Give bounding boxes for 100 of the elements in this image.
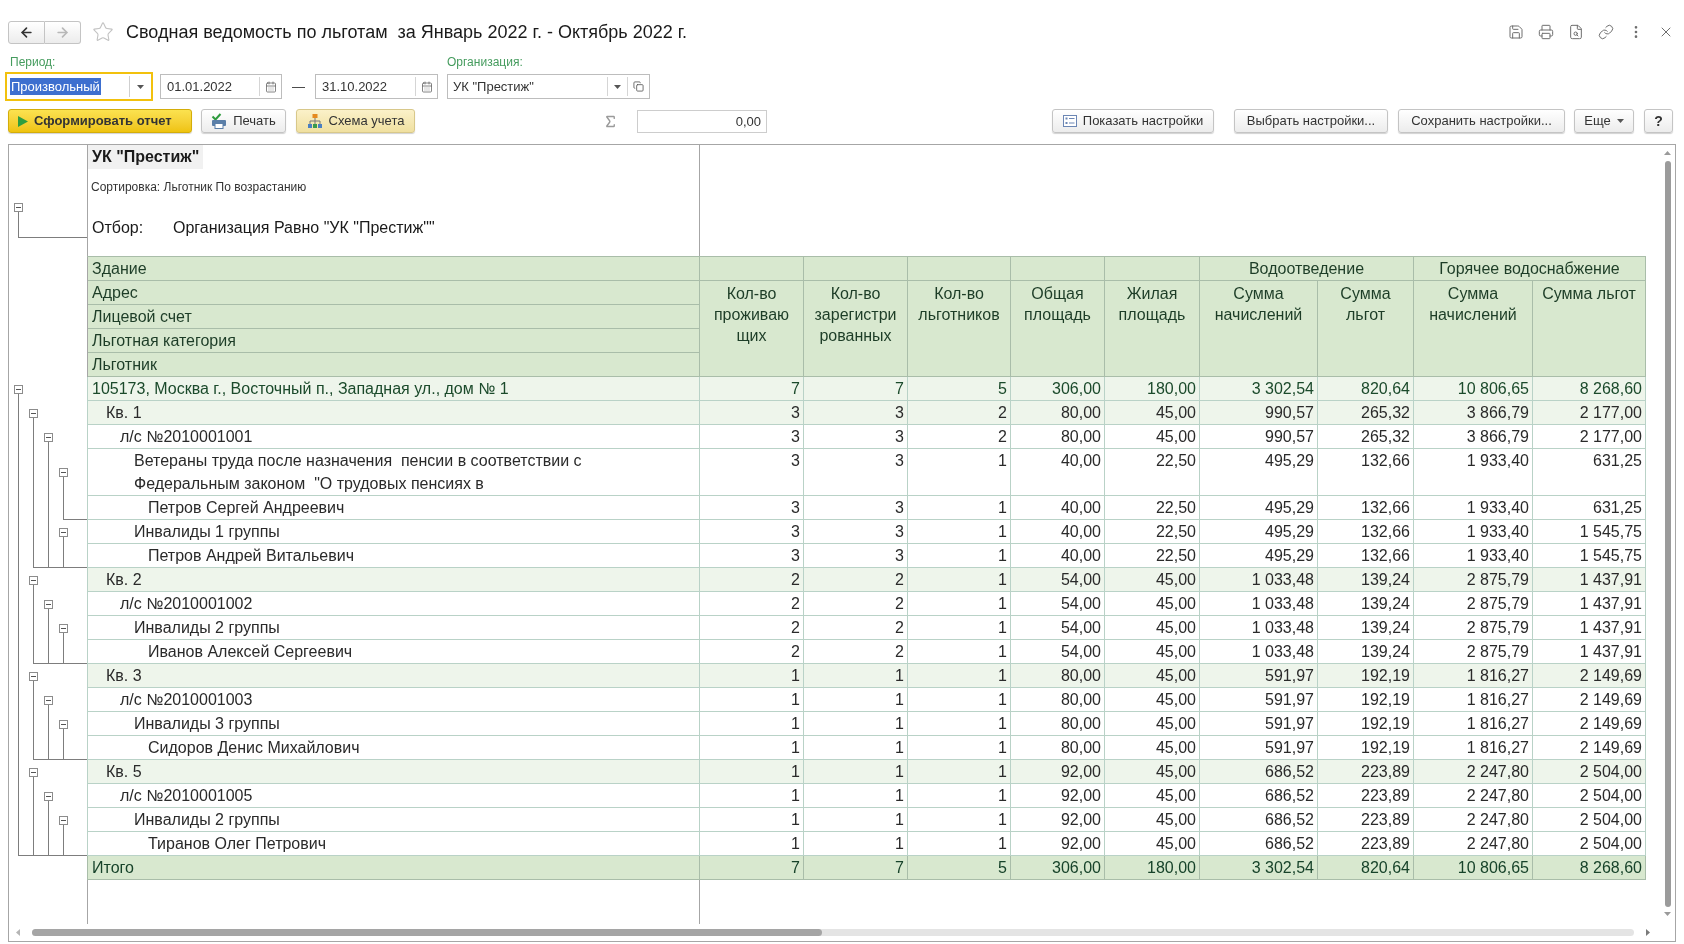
- table-cell: 1: [907, 496, 1010, 520]
- table-cell: 3: [699, 449, 803, 496]
- table-cell: 3: [699, 425, 803, 449]
- table-cell: 1 816,27: [1413, 664, 1532, 688]
- accounting-scheme-button[interactable]: Схема учета: [296, 109, 415, 133]
- back-button[interactable]: [8, 20, 45, 44]
- link-icon[interactable]: [1598, 24, 1614, 40]
- caret-icon[interactable]: [1616, 119, 1624, 123]
- table-cell: 1 816,27: [1413, 712, 1532, 736]
- table-cell: 1: [907, 712, 1010, 736]
- table-cell: 3 866,79: [1413, 401, 1532, 425]
- table-cell: 2: [803, 568, 907, 592]
- table-cell: 3 866,79: [1413, 425, 1532, 449]
- row-label: Итого: [87, 856, 699, 880]
- generate-report-button[interactable]: Сформировать отчет: [8, 109, 192, 133]
- collapse-icon[interactable]: [59, 623, 68, 633]
- table-cell: 2: [803, 616, 907, 640]
- scroll-right-icon[interactable]: [1646, 929, 1650, 936]
- calendar-icon[interactable]: [420, 80, 433, 93]
- table-cell: 40,00: [1010, 449, 1104, 496]
- table-cell: 45,00: [1104, 568, 1199, 592]
- table-cell: 1 816,27: [1413, 688, 1532, 712]
- table-cell: 1: [803, 712, 907, 736]
- star-icon[interactable]: [92, 21, 114, 43]
- table-cell: 631,25: [1532, 449, 1646, 496]
- table-cell: 7: [803, 856, 907, 880]
- table-cell: 265,32: [1317, 425, 1413, 449]
- collapse-icon[interactable]: [44, 599, 53, 609]
- scrollbar-thumb[interactable]: [1664, 161, 1671, 907]
- collapse-icon[interactable]: [59, 527, 68, 537]
- organization-field[interactable]: УК "Престиж": [447, 74, 650, 99]
- table-cell: 54,00: [1010, 592, 1104, 616]
- collapse-icon[interactable]: [14, 384, 23, 394]
- more-button[interactable]: Еще: [1574, 109, 1634, 133]
- date-to-field[interactable]: 31.10.2022: [315, 74, 438, 99]
- collapse-icon[interactable]: [59, 815, 68, 825]
- collapse-icon[interactable]: [14, 203, 23, 212]
- horizontal-scrollbar[interactable]: [32, 929, 1634, 936]
- print-button[interactable]: Печать: [201, 109, 286, 133]
- row-label: Кв. 1: [87, 401, 699, 425]
- table-cell: 1: [803, 808, 907, 832]
- table-cell: 1: [699, 784, 803, 808]
- sum-field[interactable]: 0,00: [637, 109, 767, 133]
- list-icon: [1062, 115, 1077, 127]
- table-cell: 1: [699, 712, 803, 736]
- choose-settings-button[interactable]: Выбрать настройки...: [1234, 109, 1388, 133]
- printer-check-icon: [211, 113, 228, 129]
- collapse-icon[interactable]: [44, 695, 53, 705]
- save-settings-button[interactable]: Сохранить настройки...: [1398, 109, 1565, 133]
- column-header: Льготная категория: [88, 329, 699, 353]
- caret-icon[interactable]: [137, 84, 144, 89]
- table-cell: 92,00: [1010, 784, 1104, 808]
- table-cell: 54,00: [1010, 568, 1104, 592]
- table-cell: 1: [907, 449, 1010, 496]
- table-cell: 92,00: [1010, 760, 1104, 784]
- collapse-icon[interactable]: [44, 791, 53, 801]
- table-cell: 495,29: [1199, 449, 1317, 496]
- printer-icon[interactable]: [1538, 24, 1554, 40]
- open-squares-icon[interactable]: [633, 81, 644, 92]
- collapse-icon[interactable]: [44, 432, 53, 442]
- report-title: УК "Престиж": [88, 145, 204, 169]
- show-settings-button[interactable]: Показать настройки: [1052, 109, 1214, 133]
- collapse-icon[interactable]: [59, 468, 68, 477]
- calendar-icon[interactable]: [264, 80, 277, 93]
- table-cell: 139,24: [1317, 568, 1413, 592]
- table-cell: 1: [907, 688, 1010, 712]
- table-cell: 2 177,00: [1532, 401, 1646, 425]
- table-cell: 45,00: [1104, 592, 1199, 616]
- column-header: Здание: [88, 257, 699, 281]
- collapse-icon[interactable]: [29, 575, 38, 585]
- collapse-icon[interactable]: [59, 719, 68, 729]
- table-cell: 45,00: [1104, 425, 1199, 449]
- table-cell: 5: [907, 856, 1010, 880]
- scroll-down-icon[interactable]: [1664, 912, 1671, 916]
- table-cell: 132,66: [1317, 520, 1413, 544]
- table-cell: 192,19: [1317, 688, 1413, 712]
- row-label: Кв. 3: [87, 664, 699, 688]
- scrollbar-thumb[interactable]: [32, 929, 822, 936]
- collapse-icon[interactable]: [29, 671, 38, 681]
- scroll-up-icon[interactable]: [1664, 151, 1671, 155]
- period-field[interactable]: Произвольный: [5, 72, 153, 101]
- table-cell: 2: [699, 568, 803, 592]
- help-button[interactable]: ?: [1644, 109, 1673, 133]
- table-cell: 92,00: [1010, 808, 1104, 832]
- table-cell: 495,29: [1199, 496, 1317, 520]
- row-label: Инвалиды 2 группы: [87, 616, 699, 640]
- document-search-icon[interactable]: [1568, 24, 1584, 40]
- collapse-icon[interactable]: [29, 767, 38, 777]
- table-cell: 192,19: [1317, 712, 1413, 736]
- period-label: Период:: [9, 55, 57, 69]
- table-cell: 1: [699, 664, 803, 688]
- date-from-field[interactable]: 01.01.2022: [160, 74, 282, 99]
- table-cell: 591,97: [1199, 664, 1317, 688]
- caret-icon[interactable]: [614, 84, 621, 89]
- save-icon[interactable]: [1508, 24, 1524, 40]
- table-cell: 2: [803, 592, 907, 616]
- table-cell: 1: [699, 760, 803, 784]
- table-cell: 1 437,91: [1532, 592, 1646, 616]
- table-cell: 591,97: [1199, 712, 1317, 736]
- collapse-icon[interactable]: [29, 408, 38, 418]
